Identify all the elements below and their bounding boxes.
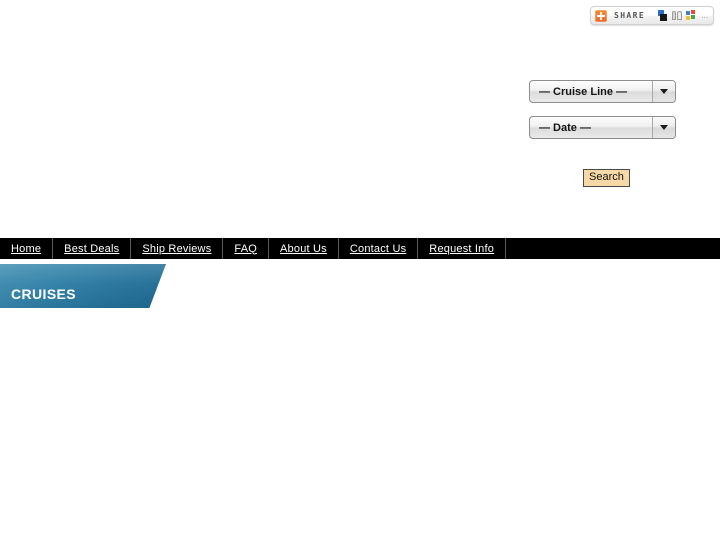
- nav-item-request-info[interactable]: Request Info: [417, 238, 505, 259]
- friends-icon[interactable]: [672, 10, 683, 21]
- cruise-line-dropdown-button[interactable]: [652, 81, 675, 102]
- nav-item-contact-us[interactable]: Contact Us: [337, 238, 417, 259]
- main-navigation: Home Best Deals Ship Reviews FAQ About U…: [0, 238, 720, 259]
- nav-item-home[interactable]: Home: [0, 238, 52, 259]
- nav-link-label: Contact Us: [349, 242, 407, 255]
- share-label: SHARE: [614, 11, 646, 20]
- chevron-down-icon: [660, 125, 668, 130]
- nav-link-label: Request Info: [429, 242, 495, 255]
- chevron-down-icon: [660, 89, 668, 94]
- nav-link-label: Ship Reviews: [142, 242, 212, 255]
- share-expand-icon[interactable]: ...: [701, 12, 708, 21]
- nav-link-label: FAQ: [234, 242, 258, 255]
- cruise-line-select[interactable]: — Cruise Line —: [529, 80, 676, 103]
- nav-item-about-us[interactable]: About Us: [268, 238, 338, 259]
- nav-empty-space: [505, 238, 720, 259]
- nav-link-label: About Us: [280, 242, 327, 255]
- nav-item-faq[interactable]: FAQ: [222, 238, 268, 259]
- more-services-icon[interactable]: [686, 10, 698, 21]
- banner-title: CRUISES: [11, 286, 77, 302]
- date-select-value: — Date —: [539, 121, 591, 134]
- nav-link-label: Home: [11, 242, 42, 255]
- nav-link-label: Best Deals: [64, 242, 120, 255]
- nav-item-ship-reviews[interactable]: Ship Reviews: [130, 238, 222, 259]
- plus-icon: [595, 9, 607, 22]
- date-dropdown-button[interactable]: [652, 117, 675, 138]
- bookmark-icon[interactable]: [658, 10, 669, 21]
- date-select[interactable]: — Date —: [529, 116, 676, 139]
- cruises-banner: CRUISES: [0, 264, 166, 308]
- cruise-line-select-value: — Cruise Line —: [539, 85, 628, 98]
- search-button[interactable]: Search: [583, 169, 630, 187]
- share-widget[interactable]: SHARE ...: [590, 6, 714, 25]
- nav-item-best-deals[interactable]: Best Deals: [52, 238, 130, 259]
- share-service-icons[interactable]: ...: [658, 10, 709, 21]
